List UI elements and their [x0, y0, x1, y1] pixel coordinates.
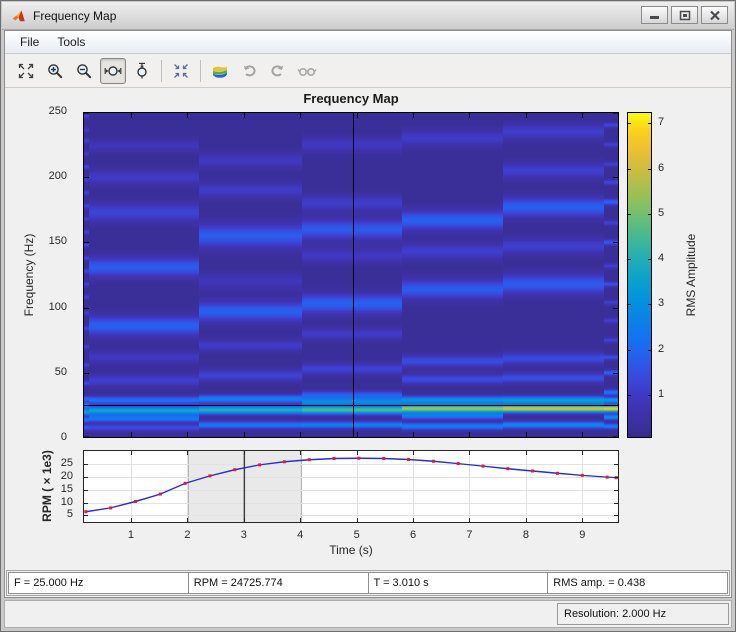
- matlab-icon: [11, 8, 27, 24]
- minimize-button[interactable]: [641, 6, 668, 24]
- zoom-out-button[interactable]: [71, 58, 97, 84]
- frequency-tick-label: 250: [5, 105, 67, 117]
- time-tick-label: 2: [172, 529, 202, 541]
- time-tick-label: 3: [229, 529, 259, 541]
- colorbar-tick-label: 7: [658, 116, 664, 128]
- zoom-x-icon: [104, 62, 122, 80]
- status-time: T = 3.010 s: [368, 572, 549, 594]
- inspect-button[interactable]: [294, 58, 320, 84]
- toolbar: [5, 54, 731, 88]
- toolbar-separator: [161, 60, 162, 82]
- bottom-status-bar: Resolution: 2.000 Hz: [4, 600, 732, 628]
- rpm-plot-canvas[interactable]: [83, 450, 619, 523]
- zoom-y-button[interactable]: [129, 58, 155, 84]
- plot-title: Frequency Map: [83, 91, 619, 106]
- time-tick-label: 8: [511, 529, 541, 541]
- zoom-in-button[interactable]: [42, 58, 68, 84]
- time-axis-label: Time (s): [83, 543, 619, 557]
- restore-button[interactable]: [671, 6, 698, 24]
- reset-view-button[interactable]: [168, 58, 194, 84]
- time-tick-label: 9: [567, 529, 597, 541]
- fit-to-view-icon: [17, 62, 35, 80]
- colorbar-canvas: [627, 112, 652, 438]
- redo-icon: [269, 62, 287, 80]
- minimize-icon: [649, 10, 661, 20]
- frequency-tick-label: 200: [5, 170, 67, 182]
- fit-to-view-button[interactable]: [13, 58, 39, 84]
- frequency-tick-label: 150: [5, 235, 67, 247]
- colormap-icon: [211, 62, 229, 80]
- colorbar-tick-label: 1: [658, 388, 664, 400]
- colorbar-tick-label: 3: [658, 297, 664, 309]
- time-tick-label: 7: [454, 529, 484, 541]
- zoom-y-icon: [133, 62, 151, 80]
- frequency-tick-label: 50: [5, 366, 67, 378]
- client-area: File Tools: [4, 30, 732, 598]
- rpm-tick-label: 25: [5, 457, 73, 469]
- redo-button[interactable]: [265, 58, 291, 84]
- inspect-glasses-icon: [297, 62, 317, 80]
- time-tick-label: 4: [285, 529, 315, 541]
- time-tick-label: 1: [116, 529, 146, 541]
- menu-tools[interactable]: Tools: [48, 32, 94, 52]
- colorbar-tick-label: 5: [658, 207, 664, 219]
- colorbar-label: RMS Amplitude: [684, 234, 698, 317]
- resolution-field: Resolution: 2.000 Hz: [557, 603, 729, 625]
- rpm-tick-label: 5: [5, 508, 73, 520]
- status-rpm: RPM = 24725.774: [188, 572, 369, 594]
- restore-icon: [679, 10, 691, 21]
- colorbar-tick-label: 2: [658, 343, 664, 355]
- reset-view-icon: [172, 62, 190, 80]
- figure-area: Frequency Map Frequency (Hz) RMS Amplitu…: [5, 88, 731, 570]
- window-title: Frequency Map: [33, 9, 116, 23]
- zoom-in-icon: [46, 62, 64, 80]
- undo-button[interactable]: [236, 58, 262, 84]
- close-icon: [709, 10, 721, 21]
- close-button[interactable]: [701, 6, 728, 24]
- status-rms: RMS amp. = 0.438: [547, 572, 728, 594]
- colormap-button[interactable]: [207, 58, 233, 84]
- rpm-tick-label: 20: [5, 470, 73, 482]
- frequency-tick-label: 100: [5, 301, 67, 313]
- undo-icon: [240, 62, 258, 80]
- status-fields-row: F = 25.000 Hz RPM = 24725.774 T = 3.010 …: [6, 570, 730, 596]
- frequency-tick-label: 0: [5, 431, 67, 443]
- time-tick-label: 5: [342, 529, 372, 541]
- colorbar-tick-label: 6: [658, 162, 664, 174]
- menu-file[interactable]: File: [11, 32, 48, 52]
- zoom-x-button[interactable]: [100, 58, 126, 84]
- status-frequency: F = 25.000 Hz: [8, 572, 189, 594]
- menubar: File Tools: [5, 31, 731, 54]
- time-tick-label: 6: [398, 529, 428, 541]
- titlebar[interactable]: Frequency Map: [2, 2, 734, 30]
- zoom-out-icon: [75, 62, 93, 80]
- rpm-tick-label: 10: [5, 496, 73, 508]
- toolbar-separator: [200, 60, 201, 82]
- rpm-tick-label: 15: [5, 483, 73, 495]
- frequency-map-window: Frequency Map File Tools: [0, 0, 736, 632]
- colorbar-tick-label: 4: [658, 252, 664, 264]
- frequency-map-canvas[interactable]: [83, 112, 619, 438]
